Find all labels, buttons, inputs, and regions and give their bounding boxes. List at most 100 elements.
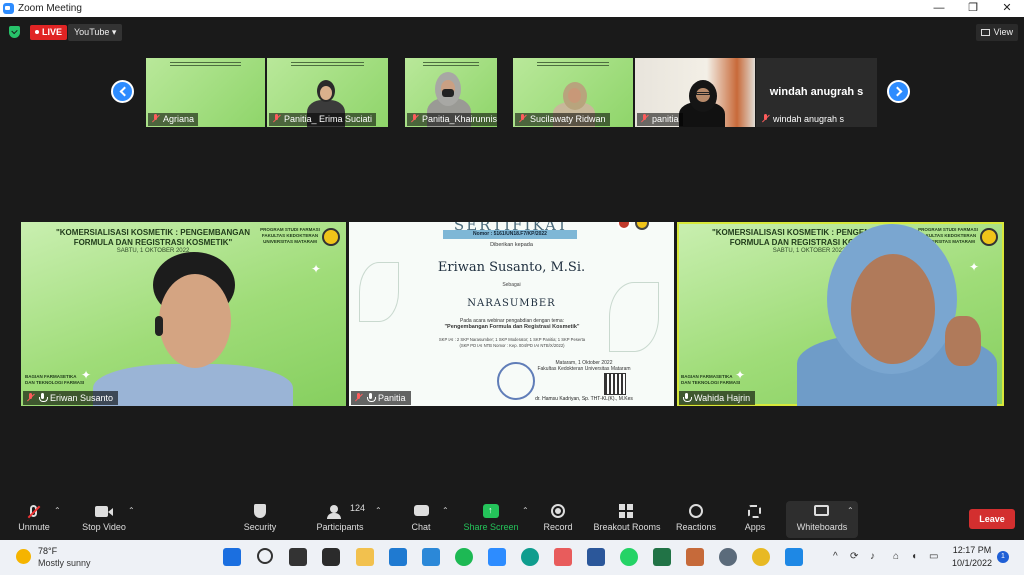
zoom-logo-icon bbox=[3, 3, 14, 14]
notification-badge[interactable]: 1 bbox=[997, 551, 1009, 563]
participant-thumbnail[interactable]: Panitia_ Erima Suciati bbox=[267, 58, 388, 127]
window-title: Zoom Meeting bbox=[18, 3, 82, 14]
next-page-arrow-icon[interactable] bbox=[887, 80, 910, 103]
participant-name: Sucilawaty Ridwan bbox=[530, 114, 606, 124]
participant-name-label: Agriana bbox=[148, 113, 199, 126]
apps-button[interactable]: Apps bbox=[738, 502, 772, 538]
weather-temp: 78°F bbox=[38, 546, 58, 556]
system-clock[interactable]: 12:17 PM 10/1/2022 bbox=[952, 544, 992, 570]
participant-name: windah anugrah s bbox=[773, 114, 845, 124]
participant-name-label: Sucilawaty Ridwan bbox=[515, 113, 610, 126]
view-grid-icon bbox=[980, 29, 990, 36]
chrome-icon[interactable] bbox=[752, 548, 770, 566]
university-seal-icon bbox=[322, 228, 340, 246]
search-icon[interactable] bbox=[257, 548, 273, 564]
spotify-icon[interactable] bbox=[455, 548, 473, 566]
reactions-button[interactable]: Reactions bbox=[674, 502, 718, 538]
file-explorer-icon[interactable] bbox=[356, 548, 374, 566]
participant-thumbnail[interactable]: Sucilawaty Ridwan bbox=[513, 58, 633, 127]
whiteboards-caret-icon[interactable]: ⌃ bbox=[847, 506, 854, 515]
edge-browser-icon[interactable] bbox=[521, 548, 539, 566]
whatsapp-icon[interactable] bbox=[620, 548, 638, 566]
previous-page-arrow-icon[interactable] bbox=[111, 80, 134, 103]
stop-video-button[interactable]: Stop Video bbox=[78, 502, 130, 538]
pin-icon bbox=[38, 393, 48, 402]
mic-muted-icon bbox=[354, 393, 363, 402]
reactions-label: Reactions bbox=[675, 522, 717, 532]
microphone-icon[interactable]: ♪ bbox=[870, 551, 875, 562]
participant-name: panitia bbox=[652, 114, 679, 124]
participant-thumbnail[interactable]: Panitia_Khairunnisa bbox=[405, 58, 497, 127]
qr-code-icon bbox=[604, 373, 626, 395]
minimize-button[interactable]: — bbox=[922, 0, 956, 17]
participant-thumbnail[interactable]: Agriana bbox=[146, 58, 265, 127]
clock-date: 10/1/2022 bbox=[952, 558, 993, 568]
record-button[interactable]: Record bbox=[540, 502, 576, 538]
view-button[interactable]: View bbox=[975, 24, 1018, 41]
zoom-taskbar-icon[interactable] bbox=[488, 548, 506, 566]
unmute-button[interactable]: Unmute bbox=[14, 502, 54, 538]
share-screen-button[interactable]: ↑ Share Screen bbox=[462, 502, 520, 538]
windows-start-icon[interactable] bbox=[223, 548, 241, 566]
app-icon[interactable] bbox=[785, 548, 803, 566]
settings-icon[interactable] bbox=[719, 548, 737, 566]
leave-button[interactable]: Leave bbox=[969, 509, 1015, 529]
mic-on-icon bbox=[682, 393, 692, 402]
word-icon[interactable] bbox=[587, 548, 605, 566]
window-controls: — ❐ ✕ bbox=[922, 0, 1024, 17]
chat-label: Chat bbox=[411, 522, 431, 532]
live-dot-icon bbox=[35, 30, 39, 34]
chat-button[interactable]: Chat bbox=[402, 502, 440, 538]
battery-icon[interactable]: ▭ bbox=[929, 551, 938, 562]
participants-label: Participants bbox=[316, 522, 364, 532]
participants-caret-icon[interactable]: ⌃ bbox=[375, 506, 382, 515]
video-tile-wahida-active-speaker[interactable]: "KOMERSIALISASI KOSMETIK : PENGEMBANGAN … bbox=[677, 222, 1004, 406]
widgets-icon[interactable] bbox=[322, 548, 340, 566]
tray-overflow-icon[interactable]: ^ bbox=[833, 551, 838, 562]
slide-header-graphic bbox=[405, 60, 497, 70]
maximize-button[interactable]: ❐ bbox=[956, 0, 990, 17]
participant-thumbnail-no-video[interactable]: windah anugrah s windah anugrah s bbox=[756, 58, 877, 127]
sparkle-icon: ✦ bbox=[81, 368, 92, 382]
participant-name-label: windah anugrah s bbox=[758, 113, 848, 126]
slide-header-graphic bbox=[146, 60, 265, 70]
snipping-tool-icon[interactable] bbox=[554, 548, 572, 566]
share-caret-icon[interactable]: ⌃ bbox=[522, 506, 529, 515]
youtube-stream-dropdown[interactable]: YouTube ▾ bbox=[68, 24, 123, 41]
app-icon[interactable] bbox=[686, 548, 704, 566]
encryption-shield-icon[interactable] bbox=[9, 26, 20, 38]
lens-app-icon[interactable] bbox=[422, 548, 440, 566]
mail-icon[interactable] bbox=[389, 548, 407, 566]
live-badge[interactable]: LIVE bbox=[30, 25, 68, 40]
breakout-rooms-label: Breakout Rooms bbox=[593, 522, 661, 532]
participant-thumbnail[interactable]: panitia bbox=[635, 58, 755, 127]
video-tile-eriwan[interactable]: "KOMERSIALISASI KOSMETIK : PENGEMBANGAN … bbox=[21, 222, 346, 406]
whiteboard-icon bbox=[814, 505, 829, 516]
certificate-given-to: Diberikan kepada bbox=[490, 242, 533, 248]
chat-caret-icon[interactable]: ⌃ bbox=[442, 506, 449, 515]
sparkle-icon: ✦ bbox=[311, 262, 322, 276]
mic-muted-icon bbox=[761, 114, 770, 123]
participant-name-label: Eriwan Susanto bbox=[23, 391, 119, 405]
audio-options-caret-icon[interactable]: ⌃ bbox=[54, 506, 61, 515]
sparkle-icon: ✦ bbox=[969, 260, 980, 274]
security-button[interactable]: Security bbox=[240, 502, 280, 538]
close-button[interactable]: ✕ bbox=[990, 0, 1024, 17]
certificate-skp-line: SKP IAI : 2 SKP Narasumber; 1 SKP Modera… bbox=[438, 337, 586, 342]
participant-name: Eriwan Susanto bbox=[50, 393, 114, 403]
network-icon[interactable]: ⌂ bbox=[893, 551, 899, 562]
breakout-rooms-button[interactable]: Breakout Rooms bbox=[592, 502, 662, 538]
video-tile-panitia-certificate[interactable]: SERTIFIKAT Nomor : 5161/UN18.F7/KP/2022 … bbox=[349, 222, 674, 406]
whiteboards-button[interactable]: Whiteboards bbox=[790, 502, 854, 538]
video-options-caret-icon[interactable]: ⌃ bbox=[128, 506, 135, 515]
excel-icon[interactable] bbox=[653, 548, 671, 566]
sync-icon[interactable]: ⟳ bbox=[850, 551, 858, 562]
certificate-recipient: Eriwan Susanto, M.Si. bbox=[437, 260, 586, 275]
participants-button[interactable]: 124 Participants bbox=[310, 502, 370, 538]
slide-title: "KOMERSIALISASI KOSMETIK : PENGEMBANGAN … bbox=[55, 228, 251, 247]
program-label: PROGRAM STUDI FARMASI FAKULTAS KEDOKTERA… bbox=[260, 227, 320, 244]
sun-weather-icon bbox=[16, 549, 31, 564]
task-view-icon[interactable] bbox=[289, 548, 307, 566]
volume-icon[interactable]: ◖ bbox=[911, 551, 917, 562]
mic-muted-icon bbox=[151, 114, 160, 123]
